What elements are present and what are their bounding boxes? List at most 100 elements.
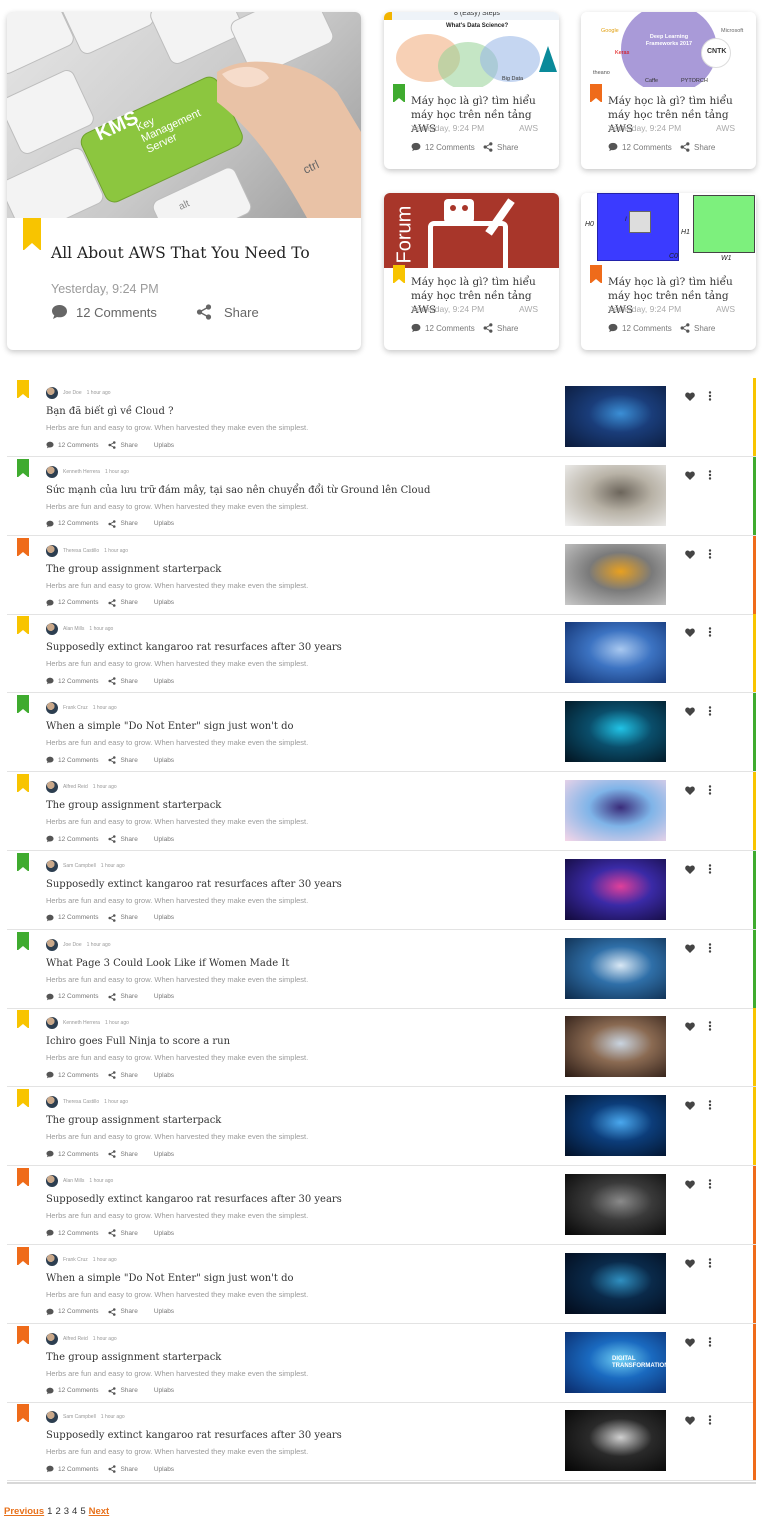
list-title[interactable]: Supposedly extinct kangaroo rat resurfac… — [46, 1430, 342, 1441]
author-name[interactable]: Alfred Reid — [63, 1336, 88, 1342]
comments-button[interactable]: 12 Comments — [411, 142, 475, 152]
list-title[interactable]: The group assignment starterpack — [46, 1352, 221, 1363]
author-name[interactable]: Theresa Castillo — [63, 548, 99, 554]
heart-icon[interactable] — [685, 1334, 695, 1352]
comments-button[interactable]: 12 Comments — [46, 1308, 98, 1316]
list-thumbnail[interactable] — [565, 543, 666, 605]
more-options-icon[interactable] — [708, 1255, 712, 1273]
comments-button[interactable]: 12 Comments — [46, 677, 98, 685]
list-title[interactable]: Ichiro goes Full Ninja to score a run — [46, 1036, 230, 1047]
author-name[interactable]: Theresa Castillo — [63, 1099, 99, 1105]
heart-icon[interactable] — [685, 1255, 695, 1273]
heart-icon[interactable] — [685, 1097, 695, 1115]
list-thumbnail[interactable] — [565, 1016, 666, 1078]
list-thumbnail[interactable] — [565, 937, 666, 999]
list-item[interactable]: Frank Cruz 1 hour ago When a simple "Do … — [7, 693, 756, 773]
heart-icon[interactable] — [685, 1412, 695, 1430]
share-button[interactable]: Share — [483, 142, 518, 152]
list-title[interactable]: Bạn đã biết gì về Cloud ? — [46, 406, 173, 417]
author-name[interactable]: Alfred Reid — [63, 784, 88, 790]
tag-label[interactable]: Uplabs — [154, 756, 174, 764]
more-options-icon[interactable] — [708, 1334, 712, 1352]
featured-title[interactable]: All About AWS That You Need To — [51, 244, 310, 262]
more-options-icon[interactable] — [708, 861, 712, 879]
list-thumbnail[interactable] — [565, 780, 666, 841]
list-thumbnail[interactable] — [565, 701, 666, 763]
list-thumbnail[interactable] — [565, 858, 666, 920]
list-thumbnail[interactable] — [565, 386, 666, 447]
more-options-icon[interactable] — [708, 1018, 712, 1036]
small-article-card[interactable]: H0 H1 C0 W1 I Máy học là gì? tìm hiểu má… — [581, 193, 756, 350]
small-article-card[interactable]: 8 (Easy) Steps What's Data Science? Big … — [384, 12, 559, 169]
share-button[interactable]: Share — [108, 1071, 138, 1080]
list-thumbnail[interactable] — [565, 622, 666, 684]
comments-button[interactable]: 12 Comments — [46, 914, 98, 922]
comments-button[interactable]: 12 Comments — [608, 142, 672, 152]
previous-link[interactable]: Previous — [4, 1506, 44, 1517]
author-name[interactable]: Joe Doe — [63, 942, 82, 948]
list-item[interactable]: Sam Campbell 1 hour ago Supposedly extin… — [7, 1402, 756, 1482]
share-button[interactable]: Share — [108, 992, 138, 1001]
list-title[interactable]: Sức mạnh của lưu trữ đám mây, tại sao nê… — [46, 485, 430, 496]
share-button[interactable]: Share — [108, 677, 138, 686]
share-button[interactable]: Share — [108, 519, 138, 528]
list-item[interactable]: Theresa Castillo 1 hour ago The group as… — [7, 535, 756, 615]
author-name[interactable]: Kenneth Herrera — [63, 469, 100, 475]
author-name[interactable]: Sam Campbell — [63, 1414, 96, 1420]
list-title[interactable]: The group assignment starterpack — [46, 564, 221, 575]
page-link-1[interactable]: 1 — [47, 1506, 52, 1517]
list-item[interactable]: Alan Mills 1 hour ago Supposedly extinct… — [7, 614, 756, 694]
comments-button[interactable]: 12 Comments — [46, 441, 98, 449]
heart-icon[interactable] — [685, 940, 695, 958]
share-button[interactable]: Share — [108, 1150, 138, 1158]
tag-label[interactable]: Uplabs — [154, 599, 174, 607]
tag-label[interactable]: Uplabs — [154, 677, 174, 685]
tag-label[interactable]: Uplabs — [154, 1308, 174, 1316]
author-name[interactable]: Joe Doe — [63, 390, 82, 396]
author-name[interactable]: Sam Campbell — [63, 863, 96, 869]
tag-label[interactable]: Uplabs — [154, 993, 174, 1001]
comments-button[interactable]: 12 Comments — [46, 756, 98, 764]
more-options-icon[interactable] — [708, 703, 712, 721]
list-title[interactable]: Supposedly extinct kangaroo rat resurfac… — [46, 879, 342, 890]
list-thumbnail[interactable]: DIGITAL TRANSFORMATION — [565, 1331, 666, 1393]
heart-icon[interactable] — [685, 861, 695, 879]
list-item[interactable]: Kenneth Herrera 1 hour ago Sức mạnh của … — [7, 456, 756, 536]
share-button[interactable]: Share — [108, 835, 138, 843]
list-thumbnail[interactable] — [565, 1174, 666, 1235]
heart-icon[interactable] — [685, 703, 695, 721]
author-name[interactable]: Alan Mills — [63, 1178, 84, 1184]
page-link-2[interactable]: 2 — [55, 1506, 60, 1517]
more-options-icon[interactable] — [708, 1412, 712, 1430]
comments-button[interactable]: 12 Comments — [46, 599, 98, 607]
comments-button[interactable]: 12 Comments — [608, 323, 672, 333]
list-thumbnail[interactable] — [565, 1252, 666, 1314]
list-thumbnail[interactable] — [565, 464, 666, 526]
list-item[interactable]: Frank Cruz 1 hour ago When a simple "Do … — [7, 1244, 756, 1324]
heart-icon[interactable] — [685, 624, 695, 642]
share-button[interactable]: Share — [108, 598, 138, 607]
tag-label[interactable]: Uplabs — [154, 1387, 174, 1395]
more-options-icon[interactable] — [708, 1097, 712, 1115]
list-item[interactable]: Joe Doe 1 hour ago Bạn đã biết gì về Clo… — [7, 378, 756, 457]
next-link[interactable]: Next — [89, 1506, 110, 1517]
more-options-icon[interactable] — [708, 940, 712, 958]
share-button[interactable]: Share — [108, 1386, 138, 1395]
tag-label[interactable]: Uplabs — [154, 835, 174, 843]
author-name[interactable]: Alan Mills — [63, 626, 84, 632]
featured-share-button[interactable]: Share — [196, 304, 259, 320]
featured-comments-button[interactable]: 12 Comments — [51, 304, 157, 320]
comments-button[interactable]: 12 Comments — [46, 1229, 98, 1237]
heart-icon[interactable] — [685, 388, 695, 406]
comments-button[interactable]: 12 Comments — [46, 993, 98, 1001]
list-item[interactable]: Sam Campbell 1 hour ago Supposedly extin… — [7, 850, 756, 930]
share-button[interactable]: Share — [108, 756, 138, 764]
comments-button[interactable]: 12 Comments — [46, 1465, 98, 1473]
share-button[interactable]: Share — [680, 142, 715, 152]
heart-icon[interactable] — [685, 1176, 695, 1194]
list-title[interactable]: When a simple "Do Not Enter" sign just w… — [46, 721, 294, 732]
author-name[interactable]: Frank Cruz — [63, 1257, 88, 1263]
list-item[interactable]: Joe Doe 1 hour ago What Page 3 Could Loo… — [7, 929, 756, 1009]
list-item[interactable]: Kenneth Herrera 1 hour ago Ichiro goes F… — [7, 1008, 756, 1088]
comments-button[interactable]: 12 Comments — [46, 520, 98, 528]
